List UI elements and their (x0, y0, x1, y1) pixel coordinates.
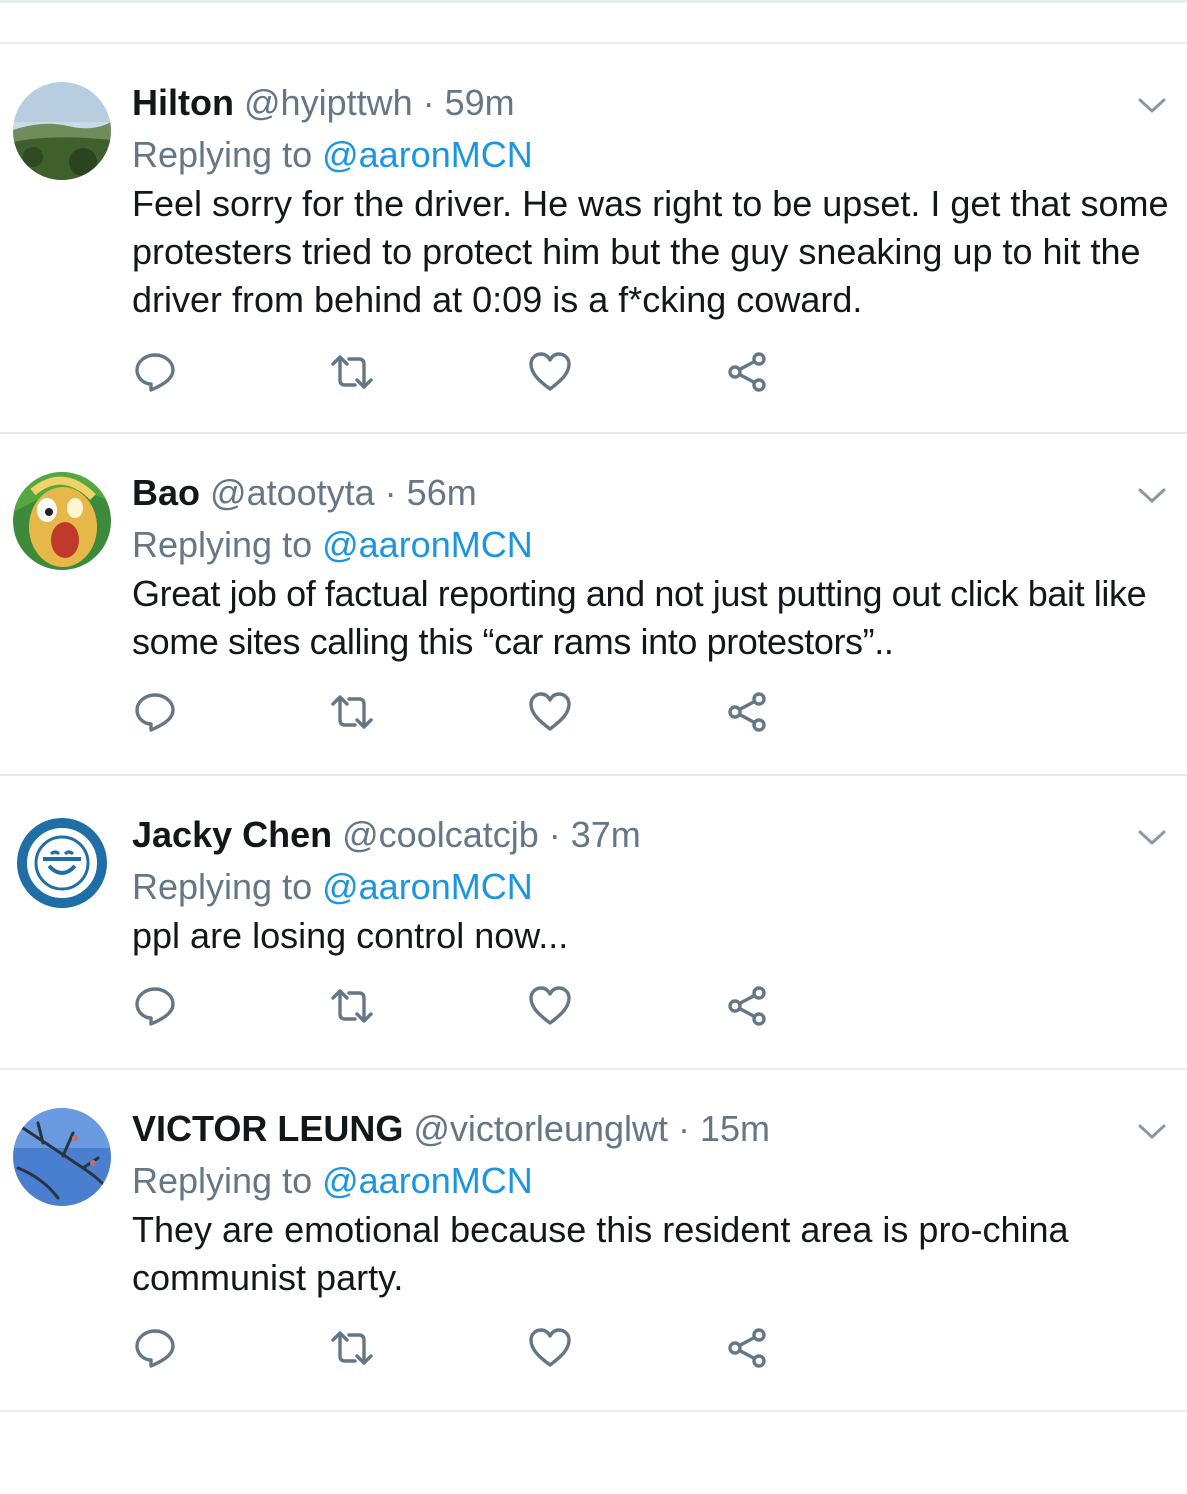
avatar[interactable] (13, 472, 111, 570)
tweet-header: VICTOR LEUNG @victorleunglwt · 15m (132, 1108, 1171, 1150)
like-icon[interactable] (527, 1325, 573, 1371)
replying-label: Replying to (132, 134, 323, 175)
tweet-text: ppl are losing control now... (132, 915, 569, 956)
reply-icon[interactable] (132, 983, 178, 1029)
action-bar (132, 689, 782, 737)
display-name[interactable]: Jacky Chen (132, 814, 332, 855)
mention-link[interactable]: @aaronMCN (322, 866, 533, 907)
like-icon[interactable] (527, 349, 573, 395)
dot-separator: · (538, 814, 571, 855)
avatar[interactable] (13, 1108, 111, 1206)
like-icon[interactable] (527, 689, 573, 735)
replying-to: Replying to @aaronMCN (132, 1160, 1171, 1202)
timestamp[interactable]: 15m (700, 1108, 770, 1149)
chevron-down-icon[interactable] (1135, 1114, 1169, 1148)
tweet-header: Hilton @hyipttwh · 59m (132, 82, 1171, 124)
timestamp[interactable]: 37m (571, 814, 641, 855)
replying-to: Replying to @aaronMCN (132, 866, 1171, 908)
replying-label: Replying to (132, 524, 323, 565)
handle[interactable]: @coolcatcjb (342, 814, 539, 855)
retweet-icon[interactable] (329, 983, 375, 1029)
dot-separator: · (668, 1108, 701, 1149)
dot-separator: · (412, 82, 445, 123)
tweet-card[interactable]: Hilton @hyipttwh · 59m Replying to @aaro… (0, 44, 1187, 432)
chevron-down-icon[interactable] (1135, 820, 1169, 854)
action-bar (132, 1325, 782, 1373)
tweet-header: Jacky Chen @coolcatcjb · 37m (132, 814, 1171, 856)
replying-label: Replying to (132, 1160, 323, 1201)
avatar[interactable] (13, 814, 111, 912)
replying-label: Replying to (132, 866, 323, 907)
handle[interactable]: @hyipttwh (244, 82, 413, 123)
timestamp[interactable]: 59m (445, 82, 515, 123)
replying-to: Replying to @aaronMCN (132, 134, 1171, 176)
tweet-header: Bao @atootyta · 56m (132, 472, 1171, 514)
tweet-text: They are emotional because this resident… (132, 1209, 1069, 1298)
like-icon[interactable] (527, 983, 573, 1029)
tweet-card[interactable]: Jacky Chen @coolcatcjb · 37m Replying to… (0, 776, 1187, 1068)
replying-to: Replying to @aaronMCN (132, 524, 1171, 566)
reply-icon[interactable] (132, 689, 178, 735)
tweet-card[interactable]: Bao @atootyta · 56m Replying to @aaronMC… (0, 434, 1187, 774)
avatar[interactable] (13, 82, 111, 180)
reply-icon[interactable] (132, 349, 178, 395)
retweet-icon[interactable] (329, 689, 375, 735)
handle[interactable]: @victorleunglwt (413, 1108, 668, 1149)
chevron-down-icon[interactable] (1135, 478, 1169, 512)
display-name[interactable]: Hilton (132, 82, 234, 123)
share-icon[interactable] (724, 983, 770, 1029)
action-bar (132, 349, 782, 397)
handle[interactable]: @atootyta (210, 472, 375, 513)
divider (0, 1410, 1187, 1412)
retweet-icon[interactable] (329, 1325, 375, 1371)
mention-link[interactable]: @aaronMCN (322, 1160, 533, 1201)
dot-separator: · (374, 472, 407, 513)
mention-link[interactable]: @aaronMCN (322, 134, 533, 175)
share-icon[interactable] (724, 1325, 770, 1371)
chevron-down-icon[interactable] (1135, 88, 1169, 122)
tweet-card[interactable]: VICTOR LEUNG @victorleunglwt · 15m Reply… (0, 1070, 1187, 1410)
share-icon[interactable] (724, 349, 770, 395)
mention-link[interactable]: @aaronMCN (322, 524, 533, 565)
display-name[interactable]: Bao (132, 472, 200, 513)
share-icon[interactable] (724, 689, 770, 735)
action-bar (132, 983, 782, 1031)
reply-icon[interactable] (132, 1325, 178, 1371)
display-name[interactable]: VICTOR LEUNG (132, 1108, 403, 1149)
tweet-text: Feel sorry for the driver. He was right … (132, 183, 1169, 320)
retweet-icon[interactable] (329, 349, 375, 395)
timestamp[interactable]: 56m (407, 472, 477, 513)
top-divider (0, 0, 1187, 3)
tweet-text: Great job of factual reporting and not j… (132, 573, 1147, 662)
